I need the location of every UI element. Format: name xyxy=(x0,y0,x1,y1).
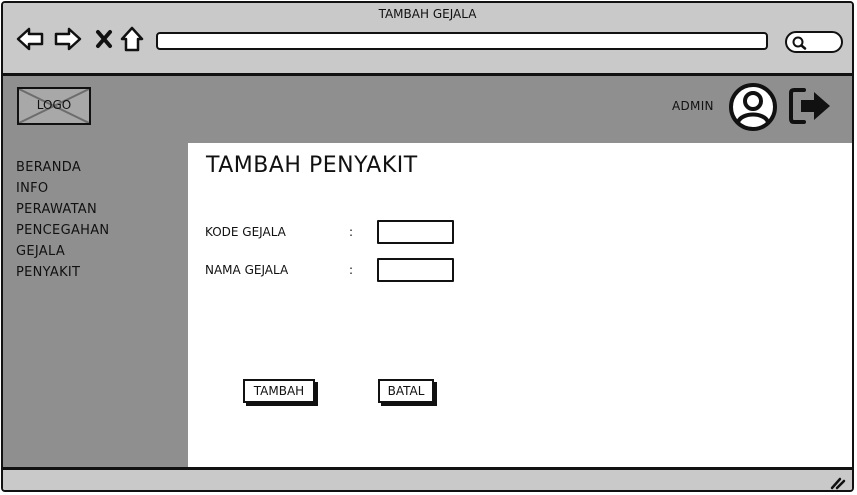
close-icon xyxy=(96,30,112,48)
kode-gejala-colon: : xyxy=(349,225,354,239)
kode-gejala-input[interactable] xyxy=(377,220,454,244)
app-header: LOGO ADMIN xyxy=(3,76,852,143)
main-content: TAMBAH PENYAKIT KODE GEJALA : NAMA GEJAL… xyxy=(188,143,852,467)
arrow-right-icon xyxy=(54,27,82,51)
sidebar-item-gejala[interactable]: GEJALA xyxy=(16,244,65,259)
browser-window: TAMBAH GEJALA LOGO ADMIN BERANDA INFO PE… xyxy=(1,1,854,492)
resize-grip-icon[interactable] xyxy=(830,476,846,490)
stop-button[interactable] xyxy=(89,23,119,55)
kode-gejala-label: KODE GEJALA xyxy=(205,225,286,239)
browser-toolbar: TAMBAH GEJALA xyxy=(3,3,852,76)
nama-gejala-input[interactable] xyxy=(377,258,454,282)
arrow-left-icon xyxy=(16,27,44,51)
user-label: ADMIN xyxy=(672,99,714,113)
sidebar-item-pencegahan[interactable]: PENCEGAHAN xyxy=(16,223,109,238)
forward-button[interactable] xyxy=(53,23,83,55)
logo-text: LOGO xyxy=(36,98,72,112)
nama-gejala-label: NAMA GEJALA xyxy=(205,263,289,277)
user-avatar-icon[interactable] xyxy=(728,82,778,132)
nama-gejala-colon: : xyxy=(349,263,354,277)
sidebar-item-info[interactable]: INFO xyxy=(16,181,48,196)
address-bar[interactable] xyxy=(156,32,768,50)
home-icon xyxy=(120,26,144,52)
sidebar-item-beranda[interactable]: BERANDA xyxy=(16,160,81,175)
page-title: TAMBAH PENYAKIT xyxy=(206,153,418,178)
status-bar xyxy=(3,467,852,490)
sidebar-item-penyakit[interactable]: PENYAKIT xyxy=(16,265,80,280)
sidebar: BERANDA INFO PERAWATAN PENCEGAHAN GEJALA… xyxy=(3,143,188,467)
batal-button[interactable]: BATAL xyxy=(378,379,434,403)
back-button[interactable] xyxy=(15,23,45,55)
search-box[interactable] xyxy=(785,31,843,53)
tambah-button[interactable]: TAMBAH xyxy=(243,379,315,403)
search-icon xyxy=(792,36,807,50)
logout-icon[interactable] xyxy=(788,86,834,126)
sidebar-item-perawatan[interactable]: PERAWATAN xyxy=(16,202,97,217)
logo: LOGO xyxy=(17,87,91,125)
home-button[interactable] xyxy=(117,23,147,55)
window-title: TAMBAH GEJALA xyxy=(378,7,477,21)
